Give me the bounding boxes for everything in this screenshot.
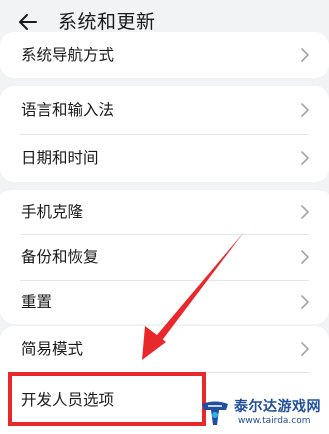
settings-item-label: 简易模式 <box>21 340 84 358</box>
settings-item-system-navigation[interactable]: 系统导航方式 <box>0 32 329 78</box>
settings-item-label: 系统导航方式 <box>21 46 115 64</box>
chevron-right-icon <box>301 342 309 356</box>
settings-item-backup-restore[interactable]: 备份和恢复 <box>0 234 329 280</box>
watermark-url: www.tairda.com <box>238 416 311 426</box>
chevron-right-icon <box>301 103 309 117</box>
watermark: 泰尔达游戏网 www.tairda.com <box>196 394 329 434</box>
settings-group-language: 语言和输入法 日期和时间 <box>0 86 329 182</box>
settings-item-reset[interactable]: 重置 <box>0 280 329 324</box>
chevron-right-icon <box>301 151 309 165</box>
settings-item-label: 日期和时间 <box>21 149 99 167</box>
chevron-right-icon <box>301 48 309 62</box>
arrow-left-icon[interactable] <box>16 10 40 34</box>
settings-item-phone-clone[interactable]: 手机克隆 <box>0 190 329 234</box>
chevron-right-icon <box>301 250 309 264</box>
settings-item-label: 语言和输入法 <box>21 101 115 119</box>
settings-item-label: 重置 <box>21 293 53 311</box>
settings-item-label: 手机克隆 <box>21 203 84 221</box>
watermark-logo-icon <box>202 401 228 425</box>
watermark-title: 泰尔达游戏网 <box>234 399 321 415</box>
chevron-right-icon <box>301 295 309 309</box>
settings-group-navigation: 系统导航方式 <box>0 32 329 78</box>
settings-item-date-time[interactable]: 日期和时间 <box>0 134 329 182</box>
highlight-box <box>8 372 206 426</box>
settings-item-language-input[interactable]: 语言和输入法 <box>0 86 329 134</box>
settings-item-label: 备份和恢复 <box>21 248 99 266</box>
chevron-right-icon <box>301 205 309 219</box>
settings-group-backup: 手机克隆 备份和恢复 重置 <box>0 182 329 324</box>
settings-item-simple-mode[interactable]: 简易模式 <box>0 326 329 372</box>
